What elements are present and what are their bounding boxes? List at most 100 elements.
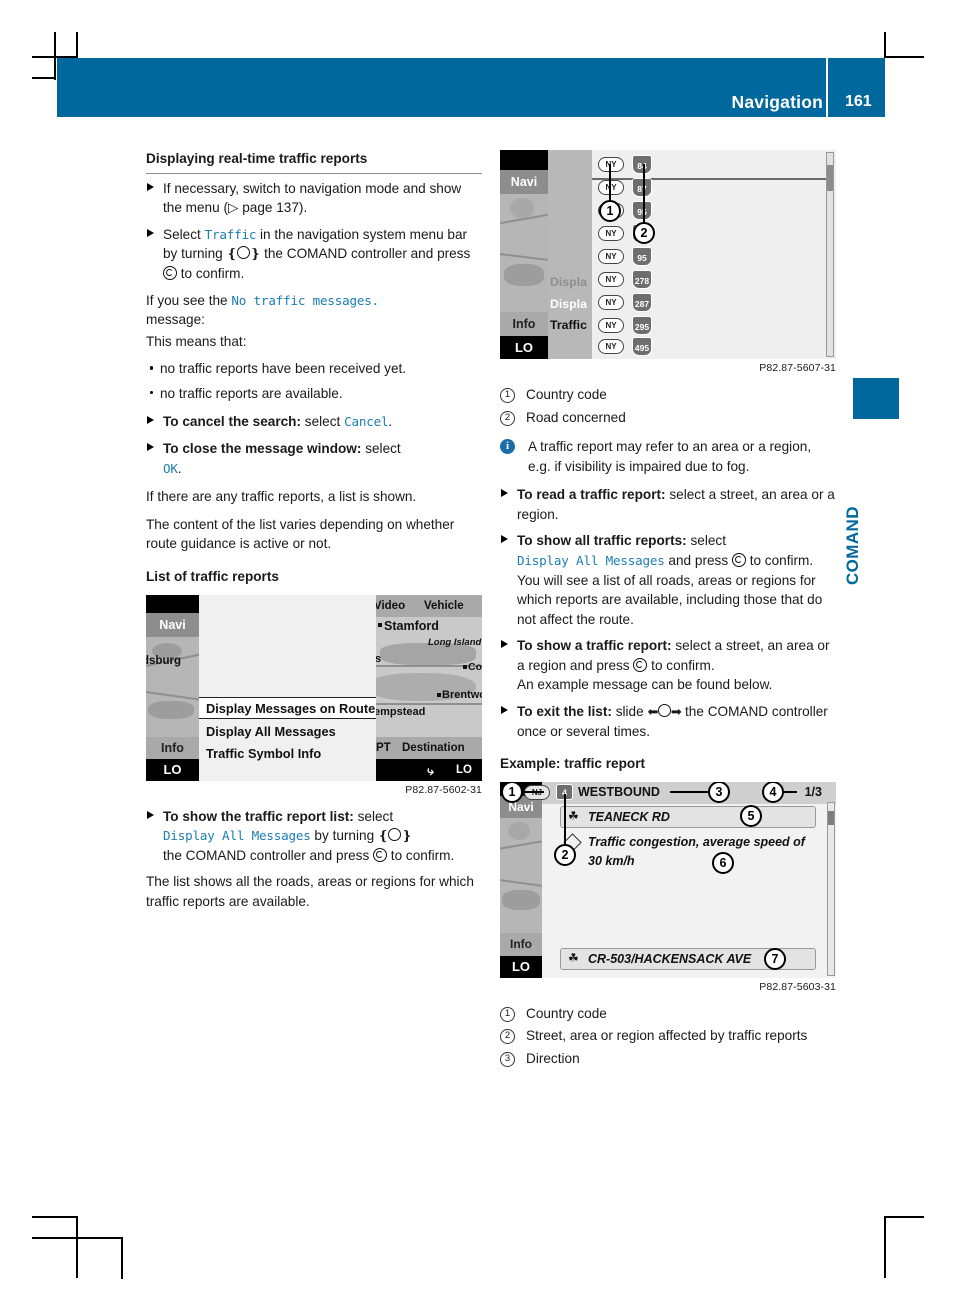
shot2-mid-item-traffic[interactable]: Traffic — [550, 318, 587, 332]
step-arrow-icon — [147, 416, 154, 425]
shot1-menu-item-display-messages-on-route[interactable]: Display Messages on Route — [199, 696, 376, 719]
step-text-c: the COMAND controller and press — [260, 246, 471, 262]
country-code-badge: NY — [598, 318, 624, 333]
info-icon: i — [500, 439, 515, 455]
step-text-b: and press — [664, 552, 732, 568]
step-show-traffic-report-list: To show the traffic report list: select … — [146, 807, 482, 866]
page-ref-arrow-icon: ▷ — [227, 200, 243, 216]
bullet-dot-icon — [150, 390, 154, 395]
shot1-place-long-island: Long Island — [428, 636, 482, 648]
shot2-lo-status: LO — [500, 336, 548, 359]
shot3-info-tab[interactable]: Info — [500, 932, 542, 956]
info-note-text: A traffic report may refer to an area or… — [528, 439, 812, 474]
legend-item-2: 2 Road concerned — [500, 408, 836, 428]
shot2-info-tab[interactable]: Info — [500, 312, 548, 336]
comand-press-icon — [373, 847, 388, 862]
step-text-a: select — [361, 441, 401, 457]
legend-item-1: 1 Country code — [500, 1004, 836, 1024]
callout-1-country-code: 1 — [501, 781, 523, 803]
callout-1-country-code: 1 — [599, 200, 621, 222]
step-label: To show all traffic reports: — [517, 533, 687, 549]
code-cancel: Cancel — [344, 414, 389, 430]
figure-caption-country-road: P82.87-5607-31 — [759, 362, 836, 374]
crop-mark-bl-h — [32, 1216, 78, 1218]
road-shield-icon: 95 — [632, 247, 652, 266]
crop-mark-br-h — [884, 1216, 924, 1218]
comand-turn-icon: ❴ ❵ — [377, 828, 412, 844]
callout-7-street-bottom: 7 — [764, 947, 786, 970]
callout-5-street-top: 5 — [740, 804, 762, 827]
crop-mark-tr-h — [884, 56, 924, 58]
step-label: To exit the list: — [517, 703, 612, 719]
step-text-extra: You will see a list of all roads, areas … — [517, 572, 823, 627]
crop-mark-tl-h2 — [32, 77, 56, 79]
shot2-scrollbar-thumb[interactable] — [827, 165, 833, 191]
legend-text: Direction — [526, 1050, 580, 1066]
legend-number: 1 — [500, 1006, 515, 1022]
step-text-c: the COMAND controller and press — [163, 847, 374, 863]
callout-leader-1 — [522, 790, 544, 794]
figure-caption-list: P82.87-5602-31 — [405, 783, 482, 796]
code-traffic: Traffic — [204, 226, 257, 242]
subsection-example-traffic-report: Example: traffic report — [500, 756, 646, 772]
shot2-mid-item-displa-2[interactable]: Displa — [550, 297, 587, 311]
shot1-place-brentwood: Brentwood — [442, 688, 482, 701]
step-text-b: . — [388, 414, 393, 430]
bullet-dot-icon — [150, 366, 154, 370]
shot3-scrollbar[interactable] — [827, 801, 835, 976]
step-text-d: to confirm. — [177, 266, 245, 282]
shot2-left-map — [500, 194, 548, 312]
para-if-any-reports: If there are any traffic reports, a list… — [146, 489, 417, 505]
shot2-mid-item-displa-1[interactable]: Displa — [550, 275, 587, 289]
para-if-you-see-b: message: — [146, 312, 205, 328]
shot1-menu-item-display-all-messages[interactable]: Display All Messages — [199, 721, 376, 743]
shot1-info-tab[interactable]: Info — [146, 736, 199, 759]
shot3-scrollbar-thumb[interactable] — [828, 810, 834, 825]
screenshot-country-road-list: Navi Info LO Displa Displa Traffic NY 84… — [500, 150, 836, 359]
step-arrow-icon — [501, 535, 508, 544]
manual-page: Navigation 161 COMAND Displaying real-ti… — [0, 0, 954, 1294]
shot1-place-cor: Cor — [468, 660, 482, 673]
shot1-city-dot-brentwood — [437, 692, 441, 697]
shot3-message-line2: 30 km/h — [588, 853, 635, 868]
shot1-place-hempstead: empstead — [374, 705, 426, 718]
figure-caption-example: P82.87-5603-31 — [759, 980, 836, 993]
screenshot-list-of-traffic-reports: Navi Info LO dsburg Video Vehicle PT Des… — [146, 594, 482, 781]
step-label: To show a traffic report: — [517, 638, 672, 654]
comand-press-icon — [731, 552, 746, 567]
section-heading-displaying-reports: Displaying real-time traffic reports — [146, 150, 482, 174]
bullet-no-reports-received: no traffic reports have been received ye… — [146, 359, 482, 379]
legend-text: Country code — [526, 1005, 607, 1021]
step-arrow-icon — [501, 489, 508, 498]
header-divider — [826, 58, 828, 117]
legend-text: Road concerned — [526, 409, 626, 425]
shot1-menu-vehicle[interactable]: Vehicle — [424, 600, 464, 612]
step-switch-to-nav-mode: If necessary, switch to navigation mode … — [146, 179, 482, 218]
para-if-you-see-a: If you see the — [146, 292, 232, 308]
step-text-c: to confirm. — [745, 552, 814, 568]
shot1-city-dot-cor — [463, 664, 467, 669]
step-exit-the-list: To exit the list: slide ⬅ ➡ the COMAND co… — [500, 702, 836, 741]
shot1-menu-video[interactable]: Video — [374, 600, 405, 612]
code-display-all-messages: Display All Messages — [517, 552, 665, 568]
crop-mark-bl-v — [76, 1216, 78, 1278]
step-label: To read a traffic report: — [517, 487, 666, 503]
step-arrow-icon — [501, 705, 508, 714]
shot2-header-divider — [592, 178, 828, 180]
step-text-a: Select — [163, 226, 205, 242]
shot1-navi-tab[interactable]: Navi — [146, 612, 199, 637]
step-read-traffic-report: To read a traffic report: select a stree… — [500, 485, 836, 524]
country-code-badge: NY — [598, 295, 624, 310]
shot1-menu-destination[interactable]: Destination — [402, 742, 465, 754]
crop-mark-bl-v2 — [121, 1237, 123, 1279]
crop-mark-tl-v2 — [76, 32, 78, 58]
shot1-menu-pt[interactable]: PT — [376, 742, 391, 754]
shot2-navi-tab[interactable]: Navi — [500, 170, 548, 194]
shot1-menu-item-traffic-symbol-info[interactable]: Traffic Symbol Info — [199, 743, 376, 765]
country-code-badge: NY — [598, 226, 624, 241]
shot3-left-map — [500, 817, 542, 933]
step-text-d: to confirm. — [387, 847, 455, 863]
shot2-scrollbar[interactable] — [826, 152, 834, 357]
step-arrow-icon — [147, 228, 154, 237]
comand-press-icon — [633, 657, 648, 672]
